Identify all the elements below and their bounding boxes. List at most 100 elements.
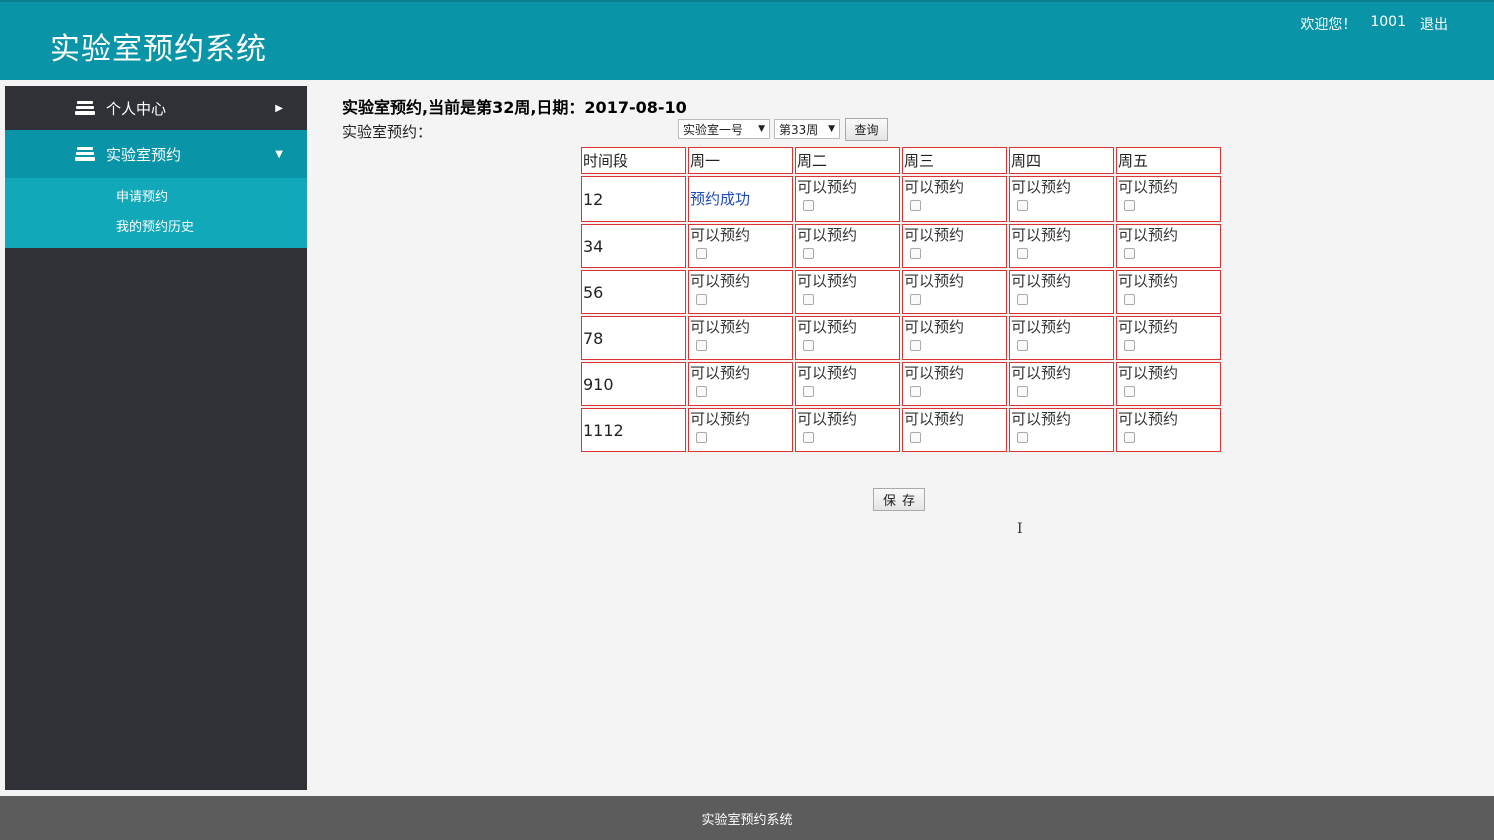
reserve-checkbox[interactable] xyxy=(910,340,921,351)
week-select[interactable]: 第33周 ▼ xyxy=(774,119,840,139)
column-header: 周五 xyxy=(1116,147,1221,174)
reserve-checkbox[interactable] xyxy=(803,248,814,259)
column-header: 周二 xyxy=(795,147,900,174)
reserve-checkbox[interactable] xyxy=(910,248,921,259)
submenu-item-history[interactable]: 我的预约历史 xyxy=(5,216,307,246)
reserve-checkbox[interactable] xyxy=(803,340,814,351)
available-status-text: 可以预约 xyxy=(797,318,858,336)
available-status-text: 可以预约 xyxy=(1118,272,1179,290)
reserve-checkbox[interactable] xyxy=(803,432,814,443)
text-cursor-icon: I xyxy=(1017,521,1023,537)
reserve-checkbox[interactable] xyxy=(1124,200,1135,211)
reserve-checkbox[interactable] xyxy=(803,386,814,397)
reserve-checkbox[interactable] xyxy=(1124,294,1135,305)
reserve-checkbox[interactable] xyxy=(1124,248,1135,259)
reserve-checkbox[interactable] xyxy=(696,248,707,259)
available-status-text: 可以预约 xyxy=(797,272,858,290)
reserve-checkbox[interactable] xyxy=(696,432,707,443)
time-slot-cell: 78 xyxy=(581,316,686,360)
schedule-cell: 可以预约 xyxy=(1116,408,1221,452)
schedule-cell: 可以预约 xyxy=(902,270,1007,314)
schedule-cell: 可以预约 xyxy=(902,362,1007,406)
main-content: 实验室预约,当前是第32周,日期：2017-08-10 实验室预约： 实验室一号… xyxy=(307,80,1494,796)
available-status-text: 可以预约 xyxy=(904,272,965,290)
reserve-checkbox[interactable] xyxy=(1017,248,1028,259)
reserve-checkbox[interactable] xyxy=(803,200,814,211)
reserve-checkbox[interactable] xyxy=(1017,200,1028,211)
dropdown-arrow-icon: ▼ xyxy=(758,124,765,134)
reserve-checkbox[interactable] xyxy=(1017,340,1028,351)
reserve-checkbox[interactable] xyxy=(1124,386,1135,397)
column-header: 时间段 xyxy=(581,147,686,174)
user-id: 1001 xyxy=(1370,14,1406,30)
schedule-cell: 可以预约 xyxy=(1116,362,1221,406)
table-row: 910 可以预约 可以预约 可以预约 可以预约 可以预约 xyxy=(581,362,1221,406)
lab-select-value: 实验室一号 xyxy=(683,122,744,137)
stack-icon xyxy=(75,147,95,161)
schedule-cell: 可以预约 xyxy=(1009,270,1114,314)
schedule-cell: 可以预约 xyxy=(688,270,793,314)
schedule-cell: 可以预约 xyxy=(902,224,1007,268)
logout-link[interactable]: 退出 xyxy=(1420,14,1448,34)
reserve-checkbox[interactable] xyxy=(910,294,921,305)
reserve-checkbox[interactable] xyxy=(910,200,921,211)
save-button[interactable]: 保存 xyxy=(873,488,925,511)
reserve-checkbox[interactable] xyxy=(1124,432,1135,443)
query-button[interactable]: 查询 xyxy=(845,118,888,141)
available-status-text: 可以预约 xyxy=(797,226,858,244)
reserve-checkbox[interactable] xyxy=(1124,340,1135,351)
schedule-cell: 可以预约 xyxy=(688,408,793,452)
available-status-text: 可以预约 xyxy=(1011,272,1072,290)
chevron-right-icon: ▶ xyxy=(275,102,283,114)
available-status-text: 可以预约 xyxy=(1011,318,1072,336)
chevron-down-icon: ▼ xyxy=(275,148,283,160)
sidebar-item-personal-center[interactable]: 个人中心 ▶ xyxy=(5,86,307,130)
available-status-text: 可以预约 xyxy=(1118,178,1179,196)
reserve-checkbox[interactable] xyxy=(910,432,921,443)
time-slot-cell: 34 xyxy=(581,224,686,268)
stack-icon xyxy=(75,101,95,115)
schedule-cell: 可以预约 xyxy=(1116,316,1221,360)
schedule-cell: 可以预约 xyxy=(795,176,900,222)
reserve-checkbox[interactable] xyxy=(696,340,707,351)
time-slot-cell: 910 xyxy=(581,362,686,406)
schedule-cell: 可以预约 xyxy=(795,224,900,268)
schedule-cell: 可以预约 xyxy=(902,176,1007,222)
available-status-text: 可以预约 xyxy=(904,318,965,336)
available-status-text: 可以预约 xyxy=(690,318,751,336)
schedule-cell: 可以预约 xyxy=(688,362,793,406)
available-status-text: 可以预约 xyxy=(1118,410,1179,428)
available-status-text: 可以预约 xyxy=(1118,318,1179,336)
reservation-label: 实验室预约： xyxy=(342,123,433,141)
sidebar-submenu: 申请预约 我的预约历史 xyxy=(5,178,307,248)
reserve-checkbox[interactable] xyxy=(803,294,814,305)
schedule-cell: 可以预约 xyxy=(795,408,900,452)
lab-select[interactable]: 实验室一号 ▼ xyxy=(678,119,770,139)
schedule-cell: 可以预约 xyxy=(1116,270,1221,314)
reserve-checkbox[interactable] xyxy=(1017,432,1028,443)
time-slot-cell: 1112 xyxy=(581,408,686,452)
available-status-text: 可以预约 xyxy=(797,410,858,428)
sidebar-item-lab-reservation[interactable]: 实验室预约 ▼ xyxy=(5,130,307,178)
available-status-text: 可以预约 xyxy=(1011,226,1072,244)
reserve-checkbox[interactable] xyxy=(696,294,707,305)
reserve-checkbox[interactable] xyxy=(910,386,921,397)
schedule-cell: 可以预约 xyxy=(1009,224,1114,268)
footer: 实验室预约系统 xyxy=(0,796,1494,840)
available-status-text: 可以预约 xyxy=(904,364,965,382)
available-status-text: 可以预约 xyxy=(690,272,751,290)
available-status-text: 可以预约 xyxy=(904,178,965,196)
user-area: 欢迎您！ 1001 退出 xyxy=(1300,14,1448,34)
available-status-text: 可以预约 xyxy=(797,364,858,382)
schedule-cell: 可以预约 xyxy=(688,316,793,360)
schedule-cell: 可以预约 xyxy=(1116,176,1221,222)
sidebar-item-label: 实验室预约 xyxy=(106,145,182,164)
reserve-checkbox[interactable] xyxy=(696,386,707,397)
submenu-item-apply[interactable]: 申请预约 xyxy=(5,186,307,216)
schedule-table: 时间段 周一 周二 周三 周四 周五 12 预约成功 可以预约 可以预约 可以预约 可以预… xyxy=(579,145,1223,454)
dropdown-arrow-icon: ▼ xyxy=(828,124,835,134)
reserve-checkbox[interactable] xyxy=(1017,386,1028,397)
schedule-cell: 可以预约 xyxy=(1009,316,1114,360)
available-status-text: 可以预约 xyxy=(690,226,751,244)
reserve-checkbox[interactable] xyxy=(1017,294,1028,305)
